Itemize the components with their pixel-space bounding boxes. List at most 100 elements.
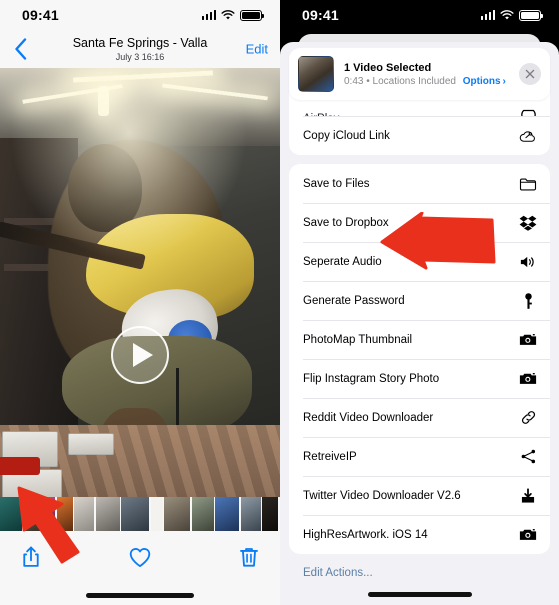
favorite-button[interactable] <box>127 544 153 570</box>
action-row-reddit-video-downloader[interactable]: Reddit Video Downloader <box>289 398 550 437</box>
locations-included-label: Locations Included <box>372 75 456 87</box>
video-thumbnail <box>298 56 334 92</box>
action-row-photomap-thumbnail[interactable]: PhotoMap Thumbnail <box>289 320 550 359</box>
status-icons <box>480 9 543 21</box>
photo-toolbar <box>0 533 280 599</box>
action-row-airplay[interactable]: AirPlay <box>289 100 550 116</box>
action-row-highresartwork[interactable]: HighResArtwork. iOS 14 <box>289 515 550 554</box>
filmstrip-thumb[interactable] <box>121 497 149 531</box>
folder-icon <box>519 175 537 193</box>
share-node-icon <box>519 448 537 466</box>
page-title: Santa Fe Springs - Valla <box>72 36 208 51</box>
filmstrip-thumb[interactable] <box>262 497 278 531</box>
action-label: RetreiveIP <box>303 450 357 463</box>
play-button[interactable] <box>111 326 169 384</box>
close-button[interactable] <box>519 63 541 85</box>
cellular-bars-icon <box>480 10 495 20</box>
nav-title-wrap: Santa Fe Springs - Valla July 3 16:16 <box>73 36 208 62</box>
share-sheet: 1 Video Selected 0:43 • Locations Includ… <box>280 42 559 605</box>
link-icon <box>519 409 537 427</box>
action-row-seperate-audio[interactable]: Seperate Audio <box>289 242 550 281</box>
download-icon <box>519 487 537 505</box>
delete-button[interactable] <box>236 544 262 570</box>
edit-button[interactable]: Edit <box>246 42 268 57</box>
edit-actions-button[interactable]: Edit Actions... <box>303 567 559 579</box>
cellular-bars-icon <box>201 10 216 20</box>
video-viewer[interactable] <box>0 68 280 533</box>
filmstrip-thumb[interactable] <box>74 497 94 531</box>
battery-icon <box>240 9 264 21</box>
close-icon <box>525 69 535 79</box>
filmstrip-thumb[interactable] <box>150 497 163 531</box>
action-label: Save to Files <box>303 177 370 190</box>
battery-icon <box>519 9 543 21</box>
heart-icon <box>129 548 151 568</box>
status-time: 09:41 <box>22 7 59 23</box>
filmstrip-thumb[interactable] <box>23 497 40 531</box>
filmstrip-thumb[interactable] <box>240 497 261 531</box>
airplay-icon <box>519 106 537 116</box>
camera-icon <box>519 526 537 544</box>
action-group-1: AirPlay Copy iCloud Link <box>289 92 550 155</box>
filmstrip-thumb[interactable] <box>191 497 214 531</box>
action-label: Twitter Video Downloader V2.6 <box>303 489 461 502</box>
light-haze <box>0 68 280 533</box>
chevron-left-icon <box>14 38 26 60</box>
action-label: Generate Password <box>303 294 405 307</box>
navigation-bar: Santa Fe Springs - Valla July 3 16:16 Ed… <box>0 30 280 68</box>
status-bar-left: 09:41 <box>0 0 280 30</box>
screenshot-root: 09:41 Santa Fe Springs - Valla July 3 16… <box>0 0 559 605</box>
home-indicator <box>86 593 194 598</box>
filmstrip-thumb[interactable] <box>215 497 239 531</box>
wifi-icon <box>500 9 514 19</box>
action-label: Save to Dropbox <box>303 216 389 229</box>
back-button[interactable] <box>8 37 32 61</box>
action-row-generate-password[interactable]: Generate Password <box>289 281 550 320</box>
camera-icon <box>519 331 537 349</box>
filmstrip-thumb[interactable] <box>56 497 73 531</box>
status-bar-right: 09:41 <box>280 0 559 30</box>
icloud-link-icon <box>519 127 537 145</box>
selection-title: 1 Video Selected <box>344 61 432 74</box>
chevron-right-icon[interactable]: › <box>503 76 506 87</box>
camera-icon <box>519 370 537 388</box>
share-sheet-panel: 09:41 1 Video Selected 0:43 • Locations … <box>280 0 559 605</box>
filmstrip-thumb[interactable] <box>95 497 120 531</box>
action-label: Reddit Video Downloader <box>303 411 434 424</box>
action-group-2: Save to Files Save to Dropbox Seperate A… <box>289 164 550 554</box>
page-subtitle: July 3 16:16 <box>115 51 165 62</box>
home-indicator <box>367 592 472 597</box>
filmstrip-thumb[interactable] <box>41 497 55 531</box>
action-label: Seperate Audio <box>303 255 382 268</box>
dropbox-icon <box>519 214 537 232</box>
status-icons <box>201 9 264 21</box>
action-label: PhotoMap Thumbnail <box>303 333 413 346</box>
filmstrip-thumb[interactable] <box>0 497 22 531</box>
action-row-save-to-files[interactable]: Save to Files <box>289 164 550 203</box>
action-row-flip-instagram-story-photo[interactable]: Flip Instagram Story Photo <box>289 359 550 398</box>
action-row-retreiveip[interactable]: RetreiveIP <box>289 437 550 476</box>
share-button[interactable] <box>18 544 44 570</box>
photo-filmstrip[interactable] <box>0 497 280 533</box>
share-sheet-header-text: 1 Video Selected 0:43 • Locations Includ… <box>344 62 519 87</box>
key-icon <box>519 292 537 310</box>
selection-subtitle: 0:43 • Locations Included Options › <box>344 76 519 87</box>
action-label: HighResArtwork. iOS 14 <box>303 528 428 541</box>
filmstrip-thumb[interactable] <box>164 497 190 531</box>
wifi-icon <box>221 9 235 19</box>
action-row-twitter-video-downloader[interactable]: Twitter Video Downloader V2.6 <box>289 476 550 515</box>
action-row-copy-icloud-link[interactable]: Copy iCloud Link <box>289 116 550 155</box>
options-button[interactable]: Options <box>463 76 501 87</box>
photos-detail-panel: 09:41 Santa Fe Springs - Valla July 3 16… <box>0 0 280 605</box>
subtitle-separator: • <box>366 75 370 87</box>
trash-icon <box>240 548 258 567</box>
video-duration: 0:43 <box>344 75 364 87</box>
action-label: Copy iCloud Link <box>303 129 390 142</box>
speaker-icon <box>519 253 537 271</box>
share-sheet-header: 1 Video Selected 0:43 • Locations Includ… <box>289 48 550 100</box>
status-time: 09:41 <box>302 7 339 23</box>
action-row-save-to-dropbox[interactable]: Save to Dropbox <box>289 203 550 242</box>
play-icon <box>132 343 153 367</box>
share-icon <box>23 546 39 567</box>
action-label: Flip Instagram Story Photo <box>303 372 440 385</box>
